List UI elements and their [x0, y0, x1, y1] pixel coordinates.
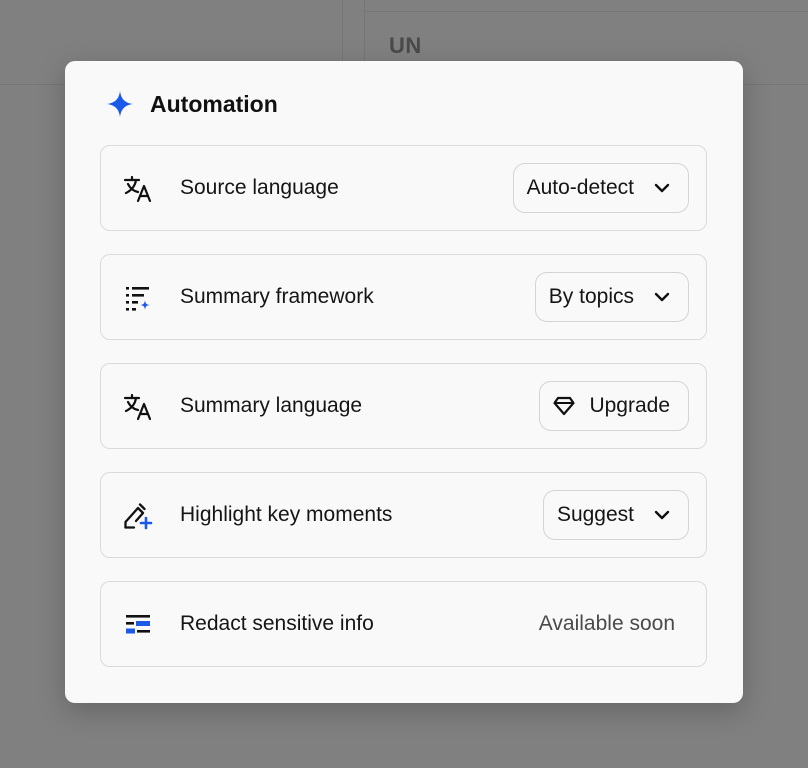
- chevron-down-icon: [654, 510, 670, 520]
- translate-icon: [123, 175, 153, 203]
- summary-framework-dropdown[interactable]: By topics: [534, 272, 689, 322]
- availability-status: Available soon: [538, 612, 675, 635]
- row-label: Summary framework: [180, 285, 374, 308]
- row-label: Highlight key moments: [180, 503, 393, 526]
- row-source-language: Source language Auto-detect: [100, 145, 707, 231]
- dropdown-value: Suggest: [556, 503, 634, 526]
- upgrade-button[interactable]: Upgrade: [539, 381, 689, 431]
- background-divider: [364, 11, 808, 12]
- row-summary-framework: Summary framework By topics: [100, 254, 707, 340]
- automation-modal: Automation Source language Auto-detect S…: [65, 61, 743, 703]
- row-summary-language: Summary language Upgrade: [100, 363, 707, 449]
- list-sparkle-icon: [123, 284, 153, 312]
- modal-title: Automation: [150, 90, 278, 117]
- dropdown-value: By topics: [548, 285, 634, 308]
- row-label: Source language: [180, 176, 339, 199]
- highlighter-plus-icon: [123, 502, 153, 530]
- diamond-icon: [553, 396, 576, 416]
- chevron-down-icon: [654, 183, 670, 193]
- redact-lines-icon: [123, 611, 153, 639]
- row-highlight-key-moments: Highlight key moments Suggest: [100, 472, 707, 558]
- row-redact-sensitive-info: Redact sensitive info Available soon: [100, 581, 707, 667]
- row-label: Redact sensitive info: [180, 612, 374, 635]
- source-language-dropdown[interactable]: Auto-detect: [512, 163, 689, 213]
- dropdown-value: Auto-detect: [526, 176, 634, 199]
- modal-header: Automation: [106, 90, 278, 118]
- row-label: Summary language: [180, 394, 363, 417]
- translate-icon: [123, 393, 153, 421]
- sparkle-icon: [107, 91, 133, 117]
- upgrade-label: Upgrade: [589, 394, 670, 417]
- background-header-text: UN: [389, 33, 422, 58]
- chevron-down-icon: [654, 292, 670, 302]
- highlight-key-moments-dropdown[interactable]: Suggest: [542, 490, 689, 540]
